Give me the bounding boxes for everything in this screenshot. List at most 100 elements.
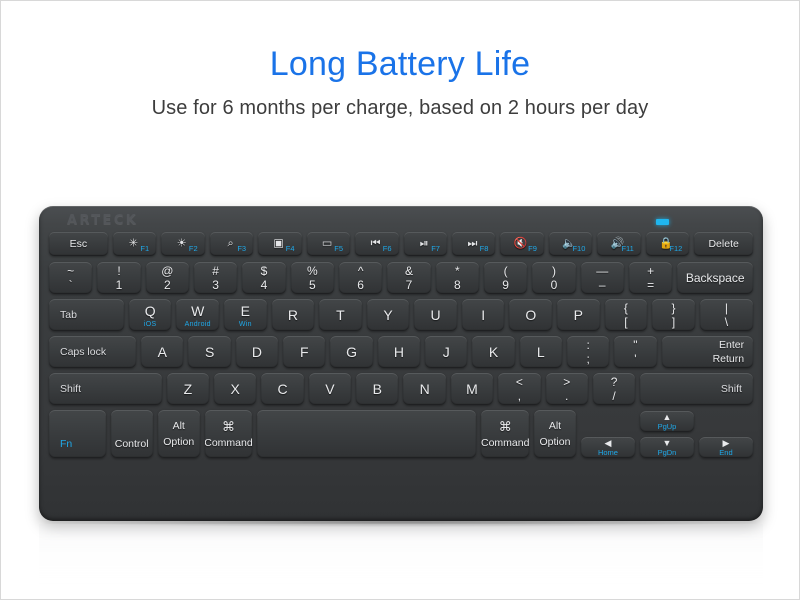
key-arrow-down[interactable]: ▼ PgDn (639, 437, 694, 458)
key-f5[interactable]: ▭ F5 (306, 232, 351, 256)
key-5[interactable]: % 5 (290, 262, 334, 294)
fn-number-label: F2 (188, 244, 198, 253)
key-period[interactable]: >. (545, 373, 588, 405)
key-f2[interactable]: ☀ F2 (161, 232, 205, 256)
key-upper-legend: | (724, 300, 728, 315)
key-t[interactable]: T (319, 299, 362, 331)
number-key-row: ~ `! 1 @2 #3 $4% 5 ^ 6 & 7 * 8(9) 0— – + = Backspace (49, 262, 754, 294)
key-f[interactable]: F (283, 336, 326, 368)
reflection-base (39, 524, 763, 596)
key-1[interactable]: ! 1 (97, 262, 141, 294)
key-slash[interactable]: ? / (592, 373, 636, 405)
key-lower-legend: – (598, 277, 606, 292)
key-enter[interactable]: Enter Return (661, 336, 754, 368)
key-3[interactable]: #3 (193, 262, 238, 294)
key-lower-legend: 0 (550, 277, 558, 292)
key-f10[interactable]: 🔈 F10 (548, 232, 593, 256)
key-backslash[interactable]: | \ (699, 299, 754, 331)
key-c[interactable]: C (261, 373, 304, 405)
key-f1[interactable]: ✳ F1 (112, 232, 157, 256)
key-caps-lock[interactable]: Caps lock (49, 336, 137, 368)
key-j[interactable]: J (425, 336, 468, 368)
key-upper-legend: " (633, 337, 638, 352)
key-w[interactable]: W Android (176, 299, 220, 331)
key-f11[interactable]: 🔊 F11 (597, 232, 641, 256)
key-alt-option-right[interactable]: Alt Option (533, 410, 576, 458)
key-shift-right[interactable]: Shift (640, 373, 753, 405)
key-o[interactable]: O (509, 299, 553, 331)
key-rows: Esc ✳ F1 ☀ F2 ⌕ F3 ▣ F4 ▭ F5 ⏮ F6 ⏯ F7 ⏭ F8 🔇 F9 🔈 F10 🔊 F11 🔒 F… (49, 232, 754, 513)
key-fn[interactable]: Fn (49, 410, 106, 458)
key-d[interactable]: D (235, 336, 279, 368)
key-arrow-left[interactable]: ◀ Home (580, 437, 635, 458)
key-lower-legend: [ (624, 314, 628, 329)
key-f12[interactable]: 🔒 F12 (645, 232, 690, 256)
key-semicolon[interactable]: :; (566, 336, 610, 368)
key-p[interactable]: P (557, 299, 600, 331)
key-f9[interactable]: 🔇 F9 (500, 232, 544, 256)
brightness-down-icon: ✳ (128, 237, 138, 250)
key-arrow-right[interactable]: ▶ End (698, 437, 753, 458)
key-a[interactable]: A (141, 336, 184, 368)
key-8[interactable]: * 8 (435, 262, 479, 294)
key-0[interactable]: ) 0 (532, 262, 576, 294)
os-sublabel: Win (238, 320, 252, 328)
key-6[interactable]: ^ 6 (338, 262, 383, 294)
key-upper-legend: ^ (357, 263, 364, 278)
key-tab[interactable]: Tab (49, 299, 124, 331)
key-9[interactable]: (9 (483, 262, 528, 294)
key-k[interactable]: K (472, 336, 515, 368)
key-b[interactable]: B (356, 373, 399, 405)
key-delete[interactable]: Delete (694, 232, 753, 256)
key-command-left[interactable]: ⌘ Command (204, 410, 253, 458)
key-comma[interactable]: <, (498, 373, 541, 405)
key-y[interactable]: Y (366, 299, 410, 331)
key-bracket-left[interactable]: {[ (604, 299, 648, 331)
keyboard-wrapper: ARTECK Esc ✳ F1 ☀ F2 ⌕ F3 ▣ F4 ▭ F5 ⏮ F6 ⏯ F7 ⏭ F8 🔇 F9 🔈 F1… (39, 206, 763, 521)
key-n[interactable]: N (403, 373, 446, 405)
key-arrow-up[interactable]: ▲ PgUp (639, 411, 694, 432)
bottom-key-row: Fn Control Alt Option ⌘ Command ⌘ Command Alt Opt… (49, 410, 753, 458)
key-f4[interactable]: ▣ F4 (258, 232, 302, 256)
key-f6[interactable]: ⏮ F6 (355, 232, 399, 256)
key-tilde[interactable]: ~ ` (49, 262, 93, 294)
key-backspace[interactable]: Backspace (677, 262, 754, 294)
key-f3[interactable]: ⌕ F3 (209, 232, 254, 256)
key-2[interactable]: @2 (145, 262, 189, 294)
key-f7[interactable]: ⏯ F7 (403, 232, 447, 256)
key-esc[interactable]: Esc (49, 232, 108, 256)
key-q[interactable]: QiOS (128, 299, 172, 331)
key-4[interactable]: $4 (242, 262, 286, 294)
key-x[interactable]: X (214, 373, 257, 405)
home-key-row: Caps lock A S D F G H J K L:; " ' Enter Return (49, 336, 754, 368)
key-r[interactable]: R (271, 299, 315, 331)
key-h[interactable]: H (377, 336, 421, 368)
key-minus[interactable]: — – (580, 262, 624, 294)
key-g[interactable]: G (330, 336, 373, 368)
key-m[interactable]: M (450, 373, 494, 405)
key-command-right[interactable]: ⌘ Command (481, 410, 529, 458)
key-upper-legend: ( (503, 263, 508, 278)
key-equal[interactable]: + = (628, 262, 673, 294)
brightness-up-icon: ☀ (176, 237, 187, 250)
key-upper-legend: { (623, 300, 628, 315)
key-quote[interactable]: " ' (614, 336, 657, 368)
key-s[interactable]: S (188, 336, 231, 368)
key-shift-left[interactable]: Shift (49, 373, 162, 405)
key-e[interactable]: E Win (224, 299, 267, 331)
page-title: Long Battery Life (269, 45, 531, 83)
key-v[interactable]: V (308, 373, 352, 405)
key-z[interactable]: Z (166, 373, 210, 405)
key-alt-option-left[interactable]: Alt Option (157, 410, 200, 458)
key-u[interactable]: U (414, 299, 457, 331)
bluetooth-keyboard[interactable]: ARTECK Esc ✳ F1 ☀ F2 ⌕ F3 ▣ F4 ▭ F5 ⏮ F6 ⏯ F7 ⏭ F8 🔇 F9 🔈 F1… (39, 206, 763, 521)
key-control[interactable]: Control (110, 410, 153, 458)
key-i[interactable]: I (461, 299, 505, 331)
key-space[interactable] (257, 410, 477, 458)
key-bracket-right[interactable]: }] (652, 299, 695, 331)
return-label: Return (712, 353, 745, 365)
key-f8[interactable]: ⏭ F8 (451, 232, 496, 256)
key-l[interactable]: L (519, 336, 562, 368)
brand-logo: ARTECK (67, 213, 139, 228)
key-7[interactable]: & 7 (387, 262, 431, 294)
